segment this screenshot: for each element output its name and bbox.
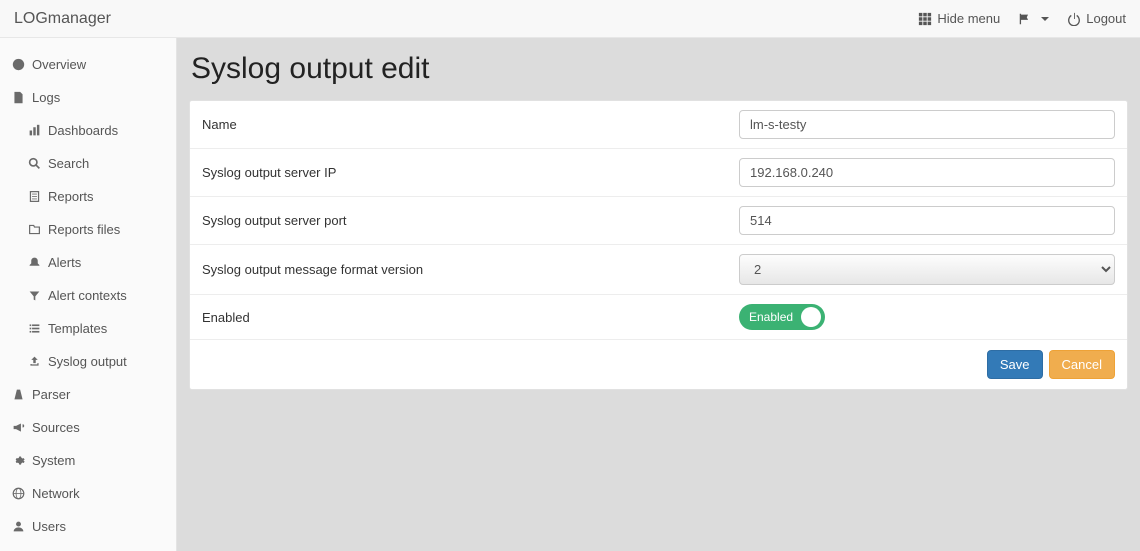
form-row-enabled: Enabled Enabled: [190, 295, 1127, 340]
sidebar-item-reports-files[interactable]: Reports files: [0, 213, 176, 246]
sidebar-item-label: Reports files: [48, 222, 120, 237]
sidebar-item-search[interactable]: Search: [0, 147, 176, 180]
enabled-toggle-text: Enabled: [749, 310, 793, 324]
sidebar-item-parser[interactable]: Parser: [0, 378, 176, 411]
sidebar-item-label: Alerts: [48, 255, 81, 270]
sidebar-item-alerts[interactable]: Alerts: [0, 246, 176, 279]
name-input[interactable]: [739, 110, 1115, 139]
sidebar-item-sources[interactable]: Sources: [0, 411, 176, 444]
sidebar-item-alert-contexts[interactable]: Alert contexts: [0, 279, 176, 312]
form-row-name: Name: [190, 101, 1127, 149]
sidebar-item-label: Templates: [48, 321, 107, 336]
sidebar-item-label: Syslog output: [48, 354, 127, 369]
sidebar-item-network[interactable]: Network: [0, 477, 176, 510]
toggle-knob: [801, 307, 821, 327]
sidebar-item-overview[interactable]: Overview: [0, 48, 176, 81]
form-actions: Save Cancel: [190, 340, 1127, 389]
form-row-port: Syslog output server port: [190, 197, 1127, 245]
topbar: LOGmanager Hide menu Logout: [0, 0, 1140, 38]
logout-button[interactable]: Logout: [1067, 11, 1126, 26]
top-actions: Hide menu Logout: [918, 11, 1126, 26]
page-title: Syslog output edit: [191, 52, 1128, 86]
sidebar-item-label: System: [32, 453, 75, 468]
port-input[interactable]: [739, 206, 1115, 235]
save-button[interactable]: Save: [987, 350, 1043, 379]
sidebar-item-label: Logs: [32, 90, 60, 105]
bars-icon: [28, 124, 41, 137]
filter-icon: [28, 289, 41, 302]
sidebar-item-users[interactable]: Users: [0, 510, 176, 543]
ip-label: Syslog output server IP: [202, 165, 739, 180]
sidebar-item-label: Reports: [48, 189, 94, 204]
sidebar-item-reports[interactable]: Reports: [0, 180, 176, 213]
form-row-format: Syslog output message format version 2: [190, 245, 1127, 295]
form-row-ip: Syslog output server IP: [190, 149, 1127, 197]
gear-icon: [12, 454, 25, 467]
search-icon: [28, 157, 41, 170]
sidebar-item-label: Alert contexts: [48, 288, 127, 303]
power-icon: [1067, 12, 1081, 26]
list-icon: [28, 322, 41, 335]
sidebar-item-label: Sources: [32, 420, 80, 435]
enabled-label: Enabled: [202, 310, 739, 325]
enabled-toggle[interactable]: Enabled: [739, 304, 825, 330]
language-dropdown[interactable]: [1018, 12, 1049, 26]
bell-icon: [28, 256, 41, 269]
format-select[interactable]: 2: [739, 254, 1115, 285]
ip-input[interactable]: [739, 158, 1115, 187]
export-icon: [28, 355, 41, 368]
folder-icon: [28, 223, 41, 236]
sidebar-item-logs[interactable]: Logs: [0, 81, 176, 114]
sidebar-item-templates[interactable]: Templates: [0, 312, 176, 345]
sidebar-item-label: Parser: [32, 387, 70, 402]
hide-menu-button[interactable]: Hide menu: [918, 11, 1000, 26]
sidebar-item-label: Users: [32, 519, 66, 534]
grid-icon: [918, 12, 932, 26]
sidebar-item-label: Dashboards: [48, 123, 118, 138]
content: Syslog output edit Name Syslog output se…: [177, 38, 1140, 551]
format-label: Syslog output message format version: [202, 262, 739, 277]
user-icon: [12, 520, 25, 533]
brand-logo: LOGmanager: [14, 10, 111, 28]
sidebar-item-system[interactable]: System: [0, 444, 176, 477]
sidebar-item-help[interactable]: ? Help: [0, 543, 176, 551]
port-label: Syslog output server port: [202, 213, 739, 228]
form-panel: Name Syslog output server IP Syslog outp…: [189, 100, 1128, 390]
name-label: Name: [202, 117, 739, 132]
megaphone-icon: [12, 421, 25, 434]
hide-menu-label: Hide menu: [937, 11, 1000, 26]
flag-icon: [1018, 12, 1032, 26]
road-icon: [12, 388, 25, 401]
sidebar-item-syslog-output[interactable]: Syslog output: [0, 345, 176, 378]
cancel-button[interactable]: Cancel: [1049, 350, 1115, 379]
sidebar-item-label: Search: [48, 156, 89, 171]
sidebar-item-label: Overview: [32, 57, 86, 72]
chevron-down-icon: [1041, 17, 1049, 21]
sidebar-item-label: Network: [32, 486, 80, 501]
info-icon: [12, 58, 25, 71]
sidebar: Overview Logs Dashboards Search Reports …: [0, 38, 177, 551]
logout-label: Logout: [1086, 11, 1126, 26]
globe-icon: [12, 487, 25, 500]
document-icon: [28, 190, 41, 203]
file-icon: [12, 91, 25, 104]
sidebar-item-dashboards[interactable]: Dashboards: [0, 114, 176, 147]
